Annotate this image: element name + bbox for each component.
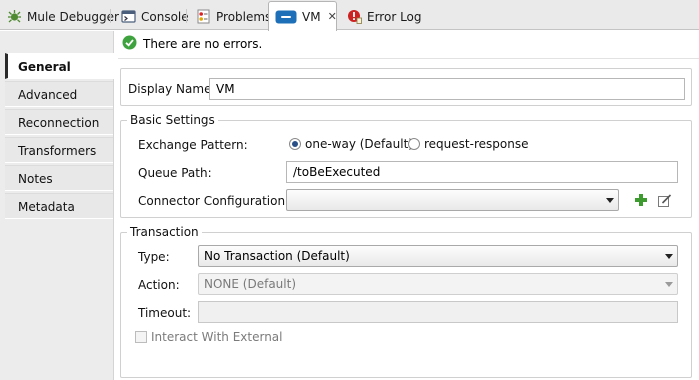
tab-console[interactable]: Console <box>114 3 189 30</box>
display-name-label: Display Name: <box>128 82 216 96</box>
status-divider <box>118 58 699 59</box>
radio-request-response-label: request-response <box>424 137 529 151</box>
tab-error-log[interactable]: Error Log <box>340 3 422 30</box>
basic-settings-title: Basic Settings <box>127 113 218 127</box>
bug-icon <box>6 9 22 25</box>
console-icon <box>120 9 136 25</box>
chevron-down-icon <box>606 198 614 203</box>
chevron-down-icon <box>665 254 673 259</box>
radio-one-way[interactable]: one-way (Default) <box>289 137 413 151</box>
display-name-field[interactable]: VM <box>209 78 685 100</box>
transaction-group: Transaction Type: No Transaction (Defaul… <box>120 225 692 378</box>
basic-settings-group: Basic Settings Exchange Pattern: one-way… <box>120 113 692 218</box>
queue-path-label: Queue Path: <box>138 166 212 180</box>
ok-check-icon <box>122 35 137 53</box>
close-icon[interactable]: ✕ <box>328 10 337 23</box>
exchange-pattern-label: Exchange Pattern: <box>138 138 248 152</box>
sidebar-item-transformers[interactable]: Transformers <box>5 137 113 163</box>
interact-with-external-checkbox[interactable]: Interact With External <box>135 330 282 344</box>
sidebar-item-advanced[interactable]: Advanced <box>5 81 113 107</box>
transaction-type-select[interactable]: No Transaction (Default) <box>198 245 678 267</box>
radio-request-response-dot[interactable] <box>408 138 420 150</box>
edit-connector-button[interactable] <box>656 192 672 208</box>
tab-label: Problems <box>216 9 272 24</box>
validation-status: There are no errors. <box>122 34 262 54</box>
error-log-icon <box>346 9 362 25</box>
transaction-type-label: Type: <box>138 250 170 264</box>
vm-connector-icon <box>275 9 297 25</box>
tab-label: Mule Debugger <box>27 9 119 24</box>
tab-vm[interactable]: VM ✕ <box>268 1 337 31</box>
properties-sidebar: General Advanced Reconnection Transforme… <box>0 31 115 380</box>
timeout-field[interactable] <box>198 301 678 323</box>
connector-config-select[interactable] <box>286 189 619 211</box>
view-tab-bar: Mule Debugger Console Problems VM ✕ Erro… <box>0 0 699 31</box>
problems-icon <box>195 9 211 25</box>
radio-one-way-dot[interactable] <box>289 138 301 150</box>
tab-label: Error Log <box>367 9 422 24</box>
radio-one-way-label: one-way (Default) <box>305 137 413 151</box>
radio-request-response[interactable]: request-response <box>408 137 528 151</box>
connector-config-label: Connector Configuration: <box>138 194 290 208</box>
sidebar-item-reconnection[interactable]: Reconnection <box>5 109 113 135</box>
tab-label: Console <box>141 9 189 24</box>
transaction-title: Transaction <box>127 225 202 239</box>
status-message: There are no errors. <box>143 37 263 51</box>
tab-separator <box>110 9 111 23</box>
transaction-action-select[interactable]: NONE (Default) <box>198 273 678 295</box>
tab-separator <box>186 9 187 23</box>
edit-icon <box>657 193 671 207</box>
interact-with-external-label: Interact With External <box>151 330 283 344</box>
transaction-type-value: No Transaction (Default) <box>204 249 350 263</box>
plus-icon <box>635 194 647 206</box>
transaction-action-value: NONE (Default) <box>204 277 297 291</box>
tab-problems[interactable]: Problems <box>189 3 271 30</box>
sidebar-item-metadata[interactable]: Metadata <box>5 193 113 219</box>
tab-label: VM <box>302 9 321 24</box>
checkbox-box[interactable] <box>135 331 147 343</box>
sidebar-item-general[interactable]: General <box>5 53 115 79</box>
add-connector-button[interactable] <box>633 192 649 208</box>
queue-path-field[interactable]: /toBeExecuted <box>286 161 678 183</box>
chevron-down-icon <box>665 282 673 287</box>
transaction-action-label: Action: <box>138 278 180 292</box>
timeout-label: Timeout: <box>138 306 192 320</box>
tab-mule-debugger[interactable]: Mule Debugger <box>0 3 119 30</box>
display-name-group: Display Name: VM <box>120 68 692 106</box>
sidebar-item-notes[interactable]: Notes <box>5 165 113 191</box>
